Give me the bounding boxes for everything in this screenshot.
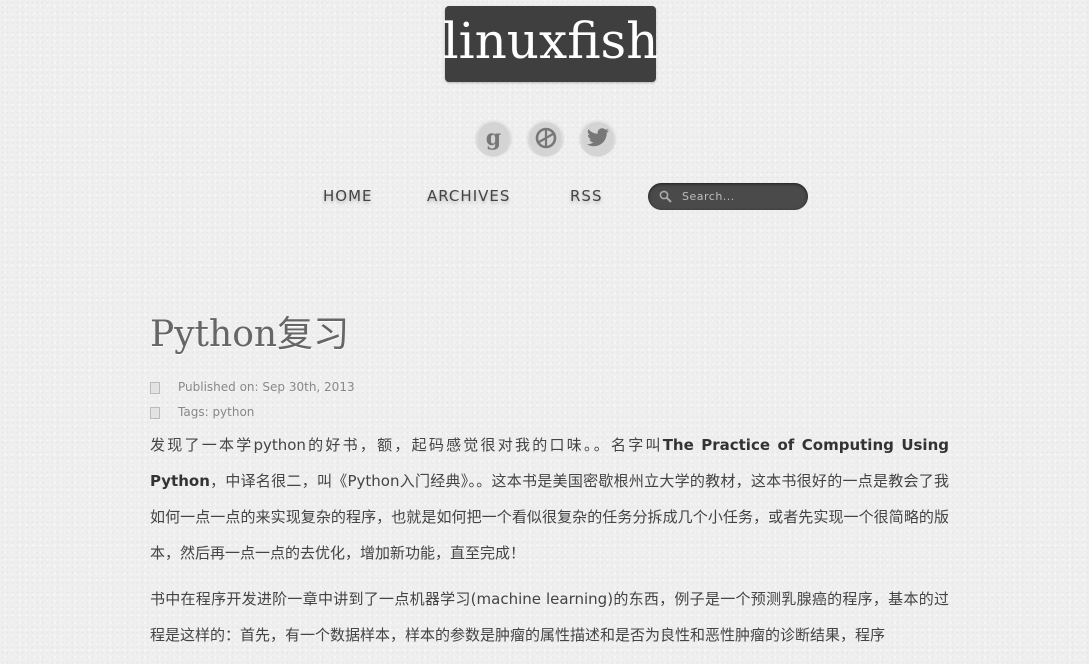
search-input[interactable] xyxy=(682,190,802,203)
social-links: g xyxy=(476,120,615,155)
search-icon xyxy=(658,190,672,204)
google-plus-icon[interactable]: g xyxy=(476,120,511,155)
search-box xyxy=(648,183,808,210)
tags-label: Tags: xyxy=(178,405,209,419)
post-title[interactable]: Python复习 xyxy=(150,310,949,360)
paragraph-1-part-b: ，中译名很二，叫《Python入门经典》。。这本书是美国密歇根州立大学的教材，这… xyxy=(150,472,949,562)
tag-icon xyxy=(150,406,160,419)
nav-rss[interactable]: RSS xyxy=(570,187,602,205)
published-date: Sep 30th, 2013 xyxy=(262,380,355,394)
post-article: Python复习 Published on: Sep 30th, 2013 Ta… xyxy=(150,310,949,653)
paragraph-2: 书中在程序开发进阶一章中讲到了一点机器学习(machine learning)的… xyxy=(150,590,949,644)
nav-home[interactable]: HOME xyxy=(323,187,373,205)
paragraph-1-part-a: 发现了一本学python的好书，额，起码感觉很对我的口味。。名字叫 xyxy=(150,436,663,454)
tags-row: Tags: python xyxy=(150,400,949,425)
post-content: 发现了一本学python的好书，额，起码感觉很对我的口味。。名字叫The Pra… xyxy=(150,427,949,653)
nav-archives[interactable]: ARCHIVES xyxy=(427,187,510,205)
main-nav: HOME ARCHIVES RSS xyxy=(0,187,1089,207)
site-logo-text: linuxfish xyxy=(442,12,659,70)
google-plus-glyph: g xyxy=(485,124,502,151)
post-meta: Published on: Sep 30th, 2013 Tags: pytho… xyxy=(150,375,949,425)
calendar-icon xyxy=(150,381,160,394)
site-logo[interactable]: linuxfish xyxy=(442,6,659,82)
published-label: Published on: xyxy=(178,380,259,394)
published-row: Published on: Sep 30th, 2013 xyxy=(150,375,949,400)
paragraph-1: 发现了一本学python的好书，额，起码感觉很对我的口味。。名字叫The Pra… xyxy=(150,427,949,571)
twitter-icon[interactable] xyxy=(580,120,615,155)
tag-link-python[interactable]: python xyxy=(212,400,254,425)
picasa-icon[interactable] xyxy=(528,120,563,155)
